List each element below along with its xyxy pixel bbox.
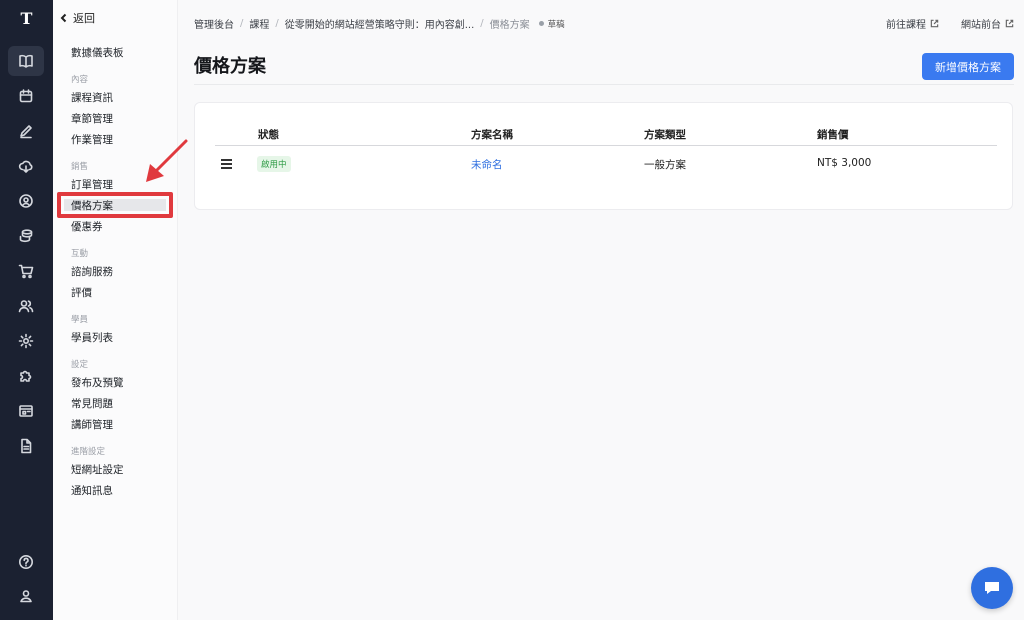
column-header-name: 方案名稱 (471, 129, 513, 141)
chevron-left-icon (60, 13, 67, 23)
back-label: 返回 (73, 12, 95, 25)
table-header-divider (215, 145, 997, 146)
status-badge: 啟用中 (257, 156, 291, 172)
coins-icon[interactable] (8, 221, 44, 251)
nav-group-settings: 設定 (71, 360, 89, 370)
layout-icon[interactable] (8, 396, 44, 426)
sidebar-item-faq[interactable]: 常見問題 (71, 396, 113, 411)
drag-handle-icon[interactable] (221, 159, 232, 171)
add-pricing-plan-button[interactable]: 新增價格方案 (922, 53, 1014, 80)
plan-type: 一般方案 (644, 159, 686, 171)
chat-icon (985, 582, 999, 594)
annotation-arrow (146, 139, 188, 182)
chat-button[interactable] (971, 567, 1013, 609)
sidebar-item-orders[interactable]: 訂單管理 (71, 177, 113, 192)
nav-group-sales: 銷售 (71, 162, 89, 172)
sidebar-item-chapters[interactable]: 章節管理 (71, 111, 113, 126)
icon-rail: T (0, 0, 53, 620)
sidebar-item-student-list[interactable]: 學員列表 (71, 330, 113, 345)
back-link[interactable]: 返回 (59, 10, 95, 26)
app-logo[interactable]: T (0, 9, 53, 28)
view-course-link[interactable]: 前往課程 (886, 16, 939, 31)
cart-icon[interactable] (8, 256, 44, 286)
plan-name-link[interactable]: 未命名 (471, 157, 503, 172)
breadcrumb-current: 價格方案 (489, 20, 530, 31)
help-icon[interactable] (8, 547, 44, 577)
breadcrumb-courses[interactable]: 課程 (249, 16, 269, 31)
sidebar-item-coupons[interactable]: 優惠券 (71, 219, 103, 234)
nav-group-advanced: 進階設定 (71, 447, 106, 457)
sidebar-item-short-url[interactable]: 短網址設定 (71, 462, 124, 477)
sidebar-item-notifications[interactable]: 通知訊息 (71, 483, 113, 498)
sidebar-item-dashboard[interactable]: 數據儀表板 (71, 45, 124, 60)
nav-group-students: 學員 (71, 315, 89, 325)
cloud-download-icon[interactable] (8, 151, 44, 181)
title-divider (194, 84, 1014, 85)
view-course-label: 前往課程 (886, 20, 926, 31)
breadcrumb-admin[interactable]: 管理後台 (194, 16, 234, 31)
settings-icon[interactable] (8, 326, 44, 356)
document-icon[interactable] (8, 431, 44, 461)
sidebar-item-publish[interactable]: 發布及預覽 (71, 375, 124, 390)
page-title: 價格方案 (194, 56, 266, 77)
edit-icon[interactable] (8, 116, 44, 146)
sidebar-item-instructors[interactable]: 講師管理 (71, 417, 113, 432)
status-dot (538, 21, 544, 26)
puzzle-icon[interactable] (8, 361, 44, 391)
nav-group-interaction: 互動 (71, 249, 89, 259)
column-header-type: 方案類型 (644, 129, 686, 141)
sidebar-item-consulting[interactable]: 諮詢服務 (71, 264, 113, 279)
support-icon[interactable] (8, 186, 44, 216)
sidebar-item-reviews[interactable]: 評價 (71, 285, 92, 300)
breadcrumb: 管理後台 / 課程 / 從零開始的網站經營策略守則：用內容創... / 價格方案… (194, 16, 565, 31)
top-links: 前往課程 網站前台 (886, 16, 1014, 31)
column-header-price: 銷售價 (817, 129, 849, 141)
nav-group-content: 內容 (71, 75, 89, 85)
breadcrumb-course-title[interactable]: 從零開始的網站經營策略守則：用內容創... (285, 16, 475, 31)
external-link-icon (930, 19, 939, 28)
sidebar-item-course-info[interactable]: 課程資訊 (71, 90, 113, 105)
pricing-table-card: 狀態 方案名稱 方案類型 銷售價 啟用中 未命名 一般方案 NT$ 3,000 (194, 102, 1013, 210)
book-icon[interactable] (8, 46, 44, 76)
calendar-icon[interactable] (8, 81, 44, 111)
account-icon[interactable] (8, 581, 44, 611)
sidebar-item-pricing[interactable]: 價格方案 (71, 198, 113, 213)
site-front-link[interactable]: 網站前台 (961, 16, 1014, 31)
sidebar-item-assignments[interactable]: 作業管理 (71, 132, 113, 147)
plan-price: NT$ 3,000 (817, 157, 872, 169)
status-badge: 草稿 (547, 19, 565, 30)
external-link-icon (1005, 19, 1014, 28)
site-front-label: 網站前台 (961, 20, 1001, 31)
users-icon[interactable] (8, 291, 44, 321)
column-header-status: 狀態 (258, 129, 279, 141)
